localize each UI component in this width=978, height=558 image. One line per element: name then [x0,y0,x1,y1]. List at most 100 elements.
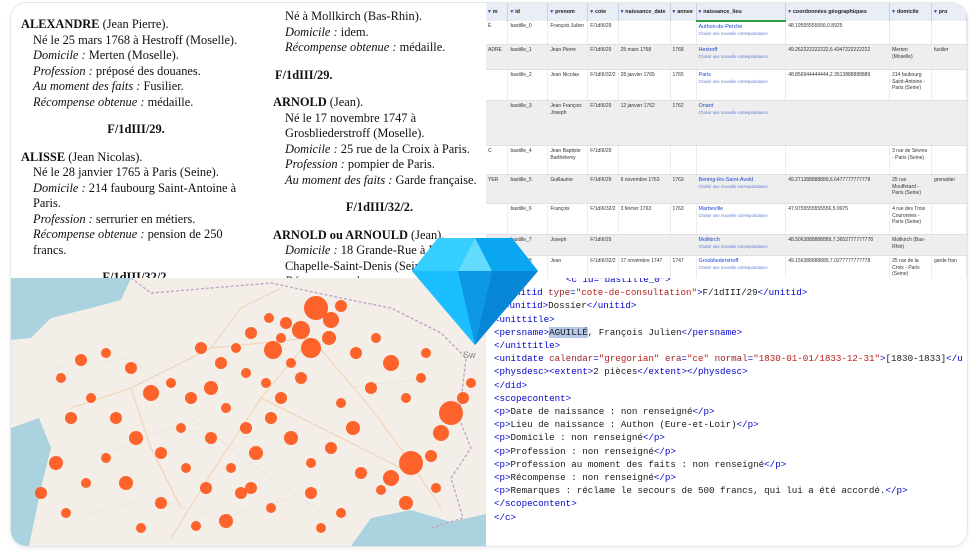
map-marker[interactable] [181,463,191,473]
dropdown-icon[interactable]: ▾ [788,9,791,15]
column-header[interactable]: ▾ pro [931,3,967,21]
map-marker[interactable] [275,392,287,404]
map-marker[interactable] [425,450,437,462]
choose-match-link[interactable]: Choisir une nouvelle correspondance [699,110,784,117]
map-marker[interactable] [110,412,122,424]
dropdown-icon[interactable]: ▾ [590,9,593,15]
map-marker[interactable] [245,327,257,339]
map-marker[interactable] [295,372,307,384]
table-row[interactable]: ADRE bastille_1 Jean Pierre F/1dIII/29 25 ma… [486,44,967,70]
map-marker[interactable] [371,333,381,343]
map-marker[interactable] [155,497,167,509]
column-header[interactable]: ▾ prenom [547,3,589,21]
map-marker[interactable] [155,447,167,459]
map-marker[interactable] [323,312,339,328]
map-marker[interactable] [306,458,316,468]
map-marker[interactable] [336,398,346,408]
column-header[interactable]: ▾ domicile [889,3,932,21]
map-marker[interactable] [286,358,296,368]
map-marker[interactable] [241,368,251,378]
map-marker[interactable] [457,392,469,404]
map-marker[interactable] [336,508,346,518]
column-header[interactable]: ▾ annee [670,3,697,21]
map-marker[interactable] [376,485,386,495]
choose-match-link[interactable]: Choisir une nouvelle correspondance [699,31,784,38]
map-marker[interactable] [346,421,360,435]
map-marker[interactable] [226,463,236,473]
column-header[interactable]: ▾ coordonnées géographiques [785,3,891,21]
dropdown-icon[interactable]: ▾ [510,9,513,15]
place-link[interactable]: Paris [699,72,711,78]
column-header[interactable]: ▾ cote [587,3,619,21]
place-link[interactable]: Hestroff [699,47,718,53]
map-marker[interactable] [280,317,292,329]
choose-match-link[interactable]: Choisir une nouvelle correspondance [699,184,784,191]
map-marker[interactable] [265,412,277,424]
map-marker[interactable] [399,496,413,510]
dropdown-icon[interactable]: ▾ [934,9,937,15]
dropdown-icon[interactable]: ▾ [621,9,624,15]
column-header[interactable]: ▾ naissance_lieu [696,3,787,22]
column-header[interactable]: ▾ m [486,3,509,21]
map-marker[interactable] [240,422,252,434]
dropdown-icon[interactable]: ▾ [550,9,553,15]
column-header[interactable]: ▾ id [507,3,549,21]
choose-match-link[interactable]: Choisir une nouvelle correspondance [699,265,784,272]
place-link[interactable]: Mollkirch [699,237,720,243]
place-link[interactable]: Grosbliederstroff [699,258,739,264]
map-marker[interactable] [75,354,87,366]
map-marker[interactable] [416,373,426,383]
map-marker[interactable] [383,355,399,371]
map-marker[interactable] [325,442,337,454]
map-marker[interactable] [365,382,377,394]
map-marker[interactable] [383,470,399,486]
table-row[interactable]: bastille_8JeanF/1dIII/32/217 novembre 17… [486,255,967,278]
map-marker[interactable] [276,333,286,343]
xml-code-editor[interactable]: <c id="bastille_0"> <unitid type="cote-de… [486,278,967,546]
table-row[interactable]: YER bastille_5 Guillaume F/1dIII/29 6 novemb… [486,174,967,204]
place-link[interactable]: Authon-du-Perche [699,24,743,30]
map-marker[interactable] [191,521,201,531]
map-marker[interactable] [215,357,227,369]
map-marker[interactable] [205,432,217,444]
dropdown-icon[interactable]: ▾ [699,9,702,15]
map-marker[interactable] [101,348,111,358]
map-marker[interactable] [264,341,282,359]
choose-match-link[interactable]: Choisir une nouvelle correspondance [699,79,784,86]
map-marker[interactable] [219,514,233,528]
map-marker[interactable] [195,342,207,354]
dropdown-icon[interactable]: ▾ [673,9,676,15]
map-marker[interactable] [129,431,143,445]
table-row[interactable]: bastille_2 Jean Nicolas F/1dIII/32/2 28 jan… [486,69,967,101]
map-marker[interactable] [166,378,176,388]
map-marker[interactable] [61,508,71,518]
table-row[interactable]: bastille_3 Jean François Joseph F/1dIII/29… [486,100,967,146]
map-marker[interactable] [264,313,274,323]
map-marker[interactable] [143,385,159,401]
map-marker[interactable] [305,487,317,499]
map-marker[interactable] [204,381,218,395]
table-row[interactable]: Ébastille_0 François Julien F/1dIII/29 Auth… [486,21,967,45]
place-link[interactable]: Marbeville [699,206,724,212]
map-marker[interactable] [86,393,96,403]
map-marker[interactable] [200,482,212,494]
map-marker[interactable] [49,456,63,470]
map-marker[interactable] [355,467,367,479]
map-marker[interactable] [35,487,47,499]
column-header[interactable]: ▾ naissance_date [618,3,671,21]
map-marker[interactable] [301,338,321,358]
map-marker[interactable] [292,321,310,339]
place-link[interactable]: Onant [699,103,714,109]
place-link[interactable]: Bening-lès-Saint-Avold [699,177,754,183]
map-marker[interactable] [322,331,336,345]
map-marker[interactable] [125,362,137,374]
choose-match-link[interactable]: Choisir une nouvelle correspondance [699,54,784,61]
map-marker[interactable] [249,446,263,460]
map-marker[interactable] [439,401,463,425]
map-marker[interactable] [231,343,241,353]
map-marker[interactable] [466,378,476,388]
choose-match-link[interactable]: Choisir une nouvelle correspondance [699,244,784,251]
map-marker[interactable] [284,431,298,445]
map-marker[interactable] [335,300,347,312]
map-marker[interactable] [176,423,186,433]
